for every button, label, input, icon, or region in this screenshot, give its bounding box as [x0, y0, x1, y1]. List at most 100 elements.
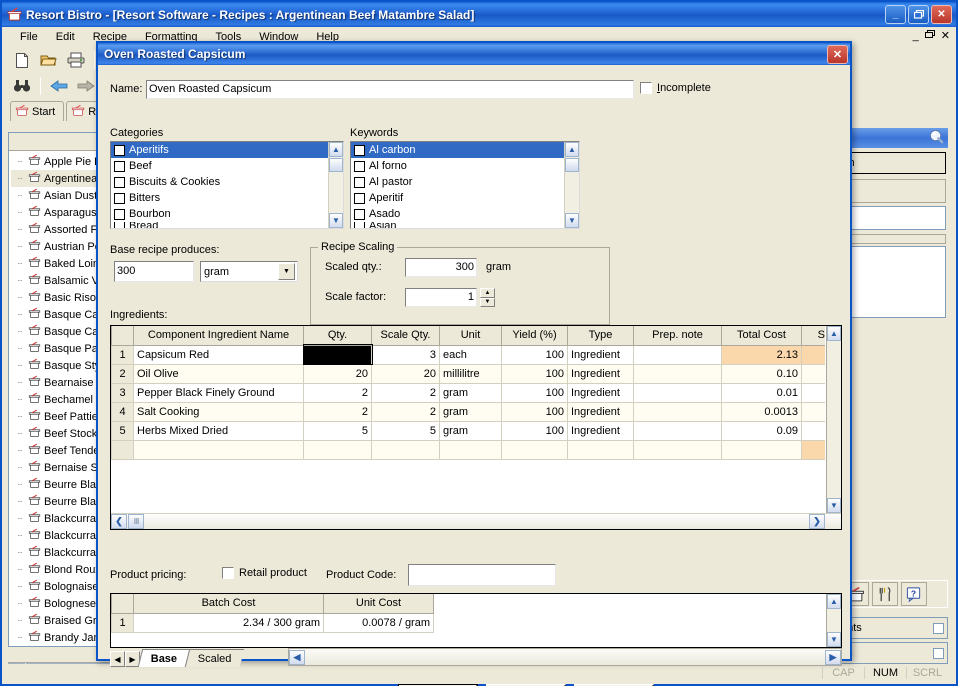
cell-rownum[interactable]: 2: [111, 363, 134, 384]
cell-scale-qty[interactable]: 2: [371, 382, 440, 403]
cell-total-cost[interactable]: 0.01: [721, 382, 802, 403]
scroll-track[interactable]: [827, 341, 841, 498]
keywords-listbox[interactable]: Al carbon Al forno Al pastor Aperitif As…: [350, 141, 580, 229]
cell-rownum[interactable]: 5: [111, 420, 134, 441]
scroll-left-button[interactable]: ❮: [111, 514, 127, 529]
scroll-down-button[interactable]: ▼: [329, 213, 343, 228]
tab-base[interactable]: Base: [137, 649, 190, 667]
scroll-up-button[interactable]: ▲: [827, 594, 841, 609]
scaled-qty-input[interactable]: 300: [405, 258, 477, 277]
base-unit-combo[interactable]: gram ▼: [200, 261, 298, 282]
restore-button[interactable]: [908, 5, 929, 24]
utensils-icon-button[interactable]: [872, 582, 898, 606]
cell-name[interactable]: Salt Cooking: [133, 401, 304, 422]
cell-unit-cost[interactable]: 0.0078 / gram: [323, 612, 434, 633]
checkbox-icon[interactable]: [114, 160, 125, 172]
cell-name[interactable]: Capsicum Red: [133, 344, 304, 365]
cell-scaled[interactable]: [801, 344, 825, 365]
forward-arrow-icon[interactable]: [74, 75, 98, 97]
table-row[interactable]: 2 Oil Olive 20 20 millilitre 100 Ingredi…: [111, 363, 825, 384]
keyword-item[interactable]: Al forno: [351, 158, 564, 174]
col-total-cost[interactable]: Total Cost: [721, 326, 802, 346]
keyword-item[interactable]: Aperitif: [351, 190, 564, 206]
checkbox-icon[interactable]: [114, 208, 125, 220]
dialog-close-button[interactable]: ✕: [827, 44, 848, 64]
cell-qty[interactable]: 2: [303, 382, 372, 403]
sheet-horizontal-scrollbar[interactable]: ◀ ▶: [288, 648, 842, 666]
scroll-track[interactable]: [827, 609, 841, 632]
cell-total-cost[interactable]: 0.0013: [721, 401, 802, 422]
cell-scale-qty[interactable]: 20: [371, 363, 440, 384]
scroll-down-button[interactable]: ▼: [565, 213, 579, 228]
cell-prep[interactable]: [633, 420, 722, 441]
col-unit[interactable]: Unit: [439, 326, 502, 346]
category-item[interactable]: Bread: [111, 222, 328, 228]
ingredients-horizontal-scrollbar[interactable]: ❮ ‖‖ ❯: [111, 513, 841, 529]
close-button[interactable]: ✕: [931, 5, 952, 24]
cell-scaled[interactable]: [801, 401, 825, 422]
binoculars-icon[interactable]: [10, 75, 34, 97]
scroll-up-button[interactable]: ▲: [565, 142, 579, 157]
checkbox-icon[interactable]: [354, 192, 365, 204]
help-icon-button[interactable]: ?: [901, 582, 927, 606]
col-rownum[interactable]: [111, 594, 134, 614]
scale-factor-input[interactable]: 1: [405, 288, 477, 307]
cell-yield[interactable]: [501, 439, 568, 460]
scroll-thumb[interactable]: [565, 158, 579, 172]
cell-type[interactable]: [567, 439, 634, 460]
cell-total-cost[interactable]: 2.13: [721, 344, 802, 365]
cell-name[interactable]: [133, 439, 304, 460]
cell-prep[interactable]: [633, 401, 722, 422]
cell-type[interactable]: Ingredient: [567, 401, 634, 422]
cost-grid[interactable]: Batch Cost Unit Cost 1 2.34 / 300 gram 0…: [110, 593, 842, 648]
cell-unit[interactable]: gram: [439, 401, 502, 422]
keyword-item[interactable]: Asado: [351, 206, 564, 222]
spinner-up-button[interactable]: ▲: [480, 288, 495, 298]
open-folder-icon[interactable]: [37, 49, 61, 71]
col-qty[interactable]: Qty.: [303, 326, 372, 346]
right-list-item-recipes[interactable]: es: [838, 642, 948, 664]
cell-qty[interactable]: 20: [303, 363, 372, 384]
cell-unit[interactable]: each: [439, 344, 502, 365]
cell-scale-qty[interactable]: 3: [371, 344, 440, 365]
checkbox-icon[interactable]: [114, 144, 125, 156]
cell-scaled[interactable]: [801, 363, 825, 384]
scroll-track[interactable]: [329, 173, 343, 213]
keyword-item[interactable]: Al carbon: [351, 142, 564, 158]
cell-yield[interactable]: 100: [501, 401, 568, 422]
scroll-right-button[interactable]: ▶: [825, 649, 841, 665]
scroll-left-button[interactable]: ◀: [289, 649, 305, 665]
table-row-empty[interactable]: [111, 439, 825, 460]
search-box[interactable]: ch: [840, 152, 946, 174]
keyword-item[interactable]: Asian: [351, 222, 564, 228]
right-list-item-ingredients[interactable]: ents: [838, 617, 948, 639]
scroll-up-button[interactable]: ▲: [827, 326, 841, 341]
incomplete-checkbox-row[interactable]: Incomplete: [640, 82, 711, 94]
new-document-icon[interactable]: [10, 49, 34, 71]
cell-scale-qty[interactable]: [371, 439, 440, 460]
checkbox-icon[interactable]: [933, 622, 944, 634]
cell-batch-cost[interactable]: 2.34 / 300 gram: [133, 612, 324, 633]
col-scale-qty[interactable]: Scale Qty.: [371, 326, 440, 346]
cell-rownum[interactable]: 3: [111, 382, 134, 403]
menu-file[interactable]: File: [12, 29, 46, 45]
keyword-item[interactable]: Al pastor: [351, 174, 564, 190]
cell-scaled[interactable]: [801, 420, 825, 441]
cell-qty[interactable]: 5: [303, 420, 372, 441]
ingredients-grid[interactable]: Component Ingredient Name Qty. Scale Qty…: [110, 325, 842, 530]
cell-prep[interactable]: [633, 382, 722, 403]
table-row[interactable]: 3 Pepper Black Finely Ground 2 2 gram 10…: [111, 382, 825, 403]
cell-rownum[interactable]: [111, 439, 134, 460]
checkbox-icon[interactable]: [354, 222, 365, 228]
cell-total-cost[interactable]: 0.10: [721, 363, 802, 384]
scroll-thumb[interactable]: ‖‖: [128, 514, 144, 529]
col-yield[interactable]: Yield (%): [501, 326, 568, 346]
cell-rownum[interactable]: 4: [111, 401, 134, 422]
cell-scale-qty[interactable]: 5: [371, 420, 440, 441]
cell-unit[interactable]: [439, 439, 502, 460]
cell-yield[interactable]: 100: [501, 363, 568, 384]
cell-scale-qty[interactable]: 2: [371, 401, 440, 422]
col-unit-cost[interactable]: Unit Cost: [323, 594, 434, 614]
cell-scaled[interactable]: [801, 439, 825, 460]
cell-unit[interactable]: millilitre: [439, 363, 502, 384]
